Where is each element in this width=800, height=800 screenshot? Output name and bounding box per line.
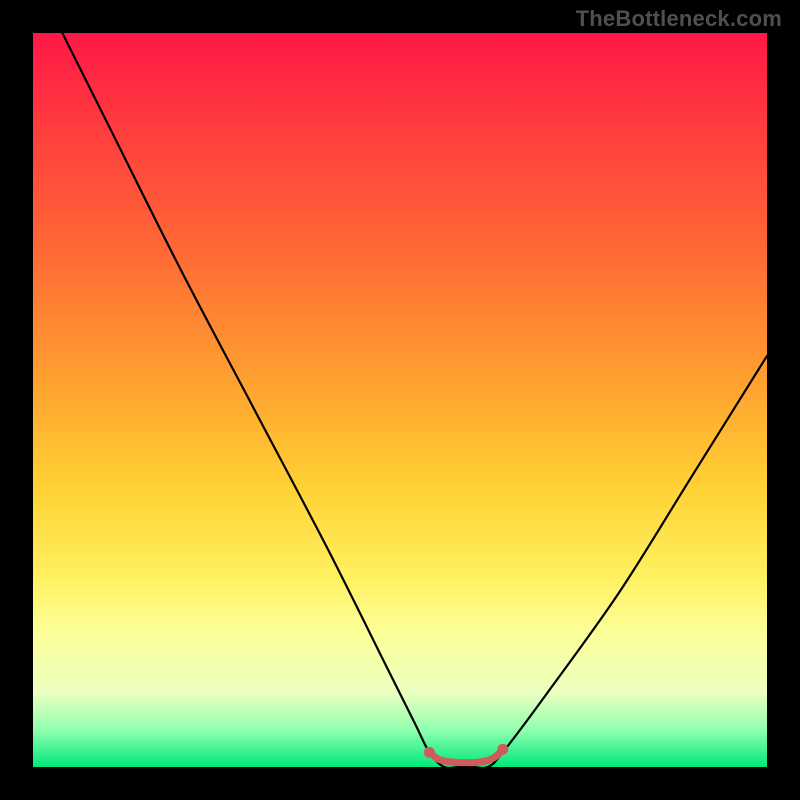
series-optimal-band — [424, 744, 508, 763]
chart-frame: TheBottleneck.com — [0, 0, 800, 800]
series-curve — [62, 33, 767, 767]
watermark-text: TheBottleneck.com — [576, 6, 782, 32]
plot-area — [33, 33, 767, 767]
optimal-band-start-dot — [424, 747, 435, 758]
curve-path — [62, 33, 767, 767]
optimal-band-path — [429, 749, 502, 762]
optimal-band-end-dot — [497, 744, 508, 755]
chart-svg — [33, 33, 767, 767]
